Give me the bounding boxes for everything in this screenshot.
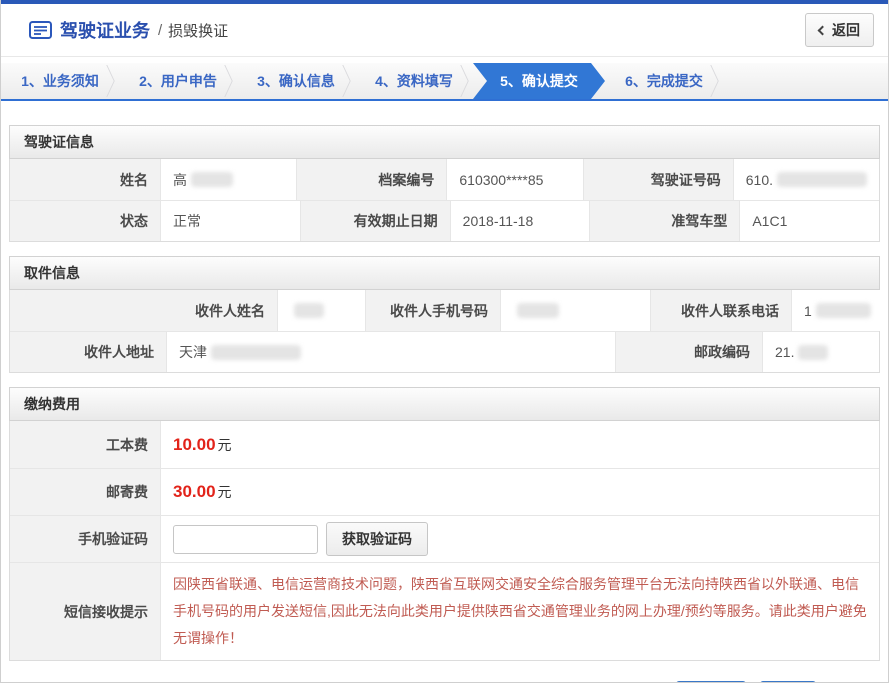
license-info-table: 姓名 高 档案编号 610300****85 驾驶证号码 610. 状态 [9, 159, 880, 242]
recipient-mobile-value [500, 290, 650, 331]
recipient-name-label: 收件人姓名 [10, 290, 277, 331]
captcha-label: 手机验证码 [10, 516, 160, 562]
name-value: 高 [160, 159, 296, 200]
recipient-mobile-label: 收件人手机号码 [365, 290, 500, 331]
sms-notice-text: 因陕西省联通、电信运营商技术问题，陕西省互联网交通安全综合服务管理平台无法向持陕… [173, 563, 867, 660]
license-no-value: 610. [733, 159, 879, 200]
get-captcha-button[interactable]: 获取验证码 [326, 522, 428, 556]
vehicle-class-value: A1C1 [739, 201, 879, 241]
table-row: 状态 正常 有效期止日期 2018-11-18 准驾车型 A1C1 [10, 200, 879, 241]
redacted-value [517, 303, 559, 318]
page-title: 驾驶证业务 [60, 17, 150, 43]
payment-table: 工本费 10.00 元 邮寄费 30.00 元 手机验证码 [9, 421, 880, 661]
redacted-value [191, 172, 233, 187]
redacted-value [211, 345, 301, 360]
sms-notice-label: 短信接收提示 [10, 563, 160, 660]
table-row: 邮寄费 30.00 元 [10, 468, 879, 515]
recipient-phone-label: 收件人联系电话 [650, 290, 791, 331]
captcha-input[interactable] [173, 525, 318, 554]
step-fill-info[interactable]: 4、资料填写 [355, 63, 473, 99]
main-content: 驾驶证信息 姓名 高 档案编号 610300****85 驾驶证号码 610. [1, 125, 888, 683]
valid-until-value: 2018-11-18 [450, 201, 590, 241]
table-row: 短信接收提示 因陕西省联通、电信运营商技术问题，陕西省互联网交通安全综合服务管理… [10, 562, 879, 660]
valid-until-label: 有效期止日期 [300, 201, 450, 241]
recipient-name-value [277, 290, 365, 331]
production-fee-unit: 元 [218, 435, 232, 455]
pickup-info-section: 取件信息 收件人姓名 收件人手机号码 收件人联系电话 1 [9, 256, 880, 373]
postal-code-label: 邮政编码 [615, 332, 762, 372]
sms-notice-cell: 因陕西省联通、电信运营商技术问题，陕西省互联网交通安全综合服务管理平台无法向持陕… [160, 563, 879, 660]
license-info-section: 驾驶证信息 姓名 高 档案编号 610300****85 驾驶证号码 610. [9, 125, 880, 242]
redacted-value [816, 303, 871, 318]
breadcrumb-current: 损毁换证 [168, 20, 228, 41]
pickup-info-section-title: 取件信息 [9, 256, 880, 290]
redacted-value [294, 303, 324, 318]
redacted-value [777, 172, 867, 187]
license-card-icon [29, 21, 52, 39]
recipient-address-label: 收件人地址 [10, 332, 166, 372]
mailing-fee-unit: 元 [218, 482, 232, 502]
back-button[interactable]: 返回 [805, 13, 874, 47]
production-fee-value: 10.00 元 [160, 421, 879, 468]
production-fee-amount: 10.00 [173, 435, 216, 455]
captcha-field-cell: 获取验证码 [160, 516, 879, 562]
payment-section: 缴纳费用 工本费 10.00 元 邮寄费 30.00 元 [9, 387, 880, 661]
table-row: 手机验证码 获取验证码 [10, 515, 879, 562]
license-info-section-title: 驾驶证信息 [9, 125, 880, 159]
back-button-label: 返回 [832, 20, 860, 40]
step-confirm-submit-active[interactable]: 5、确认提交 [473, 63, 605, 99]
mailing-fee-value: 30.00 元 [160, 469, 879, 515]
name-label: 姓名 [10, 159, 160, 200]
status-value: 正常 [160, 201, 300, 241]
redacted-value [798, 345, 828, 360]
recipient-address-value: 天津 [166, 332, 615, 372]
page-header: 驾驶证业务 / 损毁换证 返回 [1, 4, 888, 57]
back-chevron-icon [818, 26, 828, 36]
page: 驾驶证业务 / 损毁换证 返回 1、业务须知 2、用户申告 3、确认信息 4、资… [0, 0, 889, 683]
mailing-fee-label: 邮寄费 [10, 469, 160, 515]
table-row: 姓名 高 档案编号 610300****85 驾驶证号码 610. [10, 159, 879, 200]
file-no-value: 610300****85 [446, 159, 582, 200]
license-no-label: 驾驶证号码 [583, 159, 733, 200]
table-row: 收件人地址 天津 邮政编码 21. [10, 331, 879, 372]
vehicle-class-label: 准驾车型 [589, 201, 739, 241]
step-confirm-info[interactable]: 3、确认信息 [237, 63, 355, 99]
file-no-label: 档案编号 [296, 159, 446, 200]
postal-code-value: 21. [762, 332, 879, 372]
status-label: 状态 [10, 201, 160, 241]
breadcrumb-separator: / [158, 22, 162, 39]
step-complete-submit[interactable]: 6、完成提交 [605, 63, 723, 99]
step-user-declaration[interactable]: 2、用户申告 [119, 63, 237, 99]
step-progress-bar: 1、业务须知 2、用户申告 3、确认信息 4、资料填写 5、确认提交 6、完成提… [1, 63, 888, 101]
pickup-info-table: 收件人姓名 收件人手机号码 收件人联系电话 1 收件人地址 [9, 290, 880, 373]
table-row: 收件人姓名 收件人手机号码 收件人联系电话 1 [10, 290, 879, 331]
payment-section-title: 缴纳费用 [9, 387, 880, 421]
recipient-phone-value: 1 [791, 290, 883, 331]
table-row: 工本费 10.00 元 [10, 421, 879, 468]
mailing-fee-amount: 30.00 [173, 482, 216, 502]
step-business-notice[interactable]: 1、业务须知 [1, 63, 119, 99]
production-fee-label: 工本费 [10, 421, 160, 468]
